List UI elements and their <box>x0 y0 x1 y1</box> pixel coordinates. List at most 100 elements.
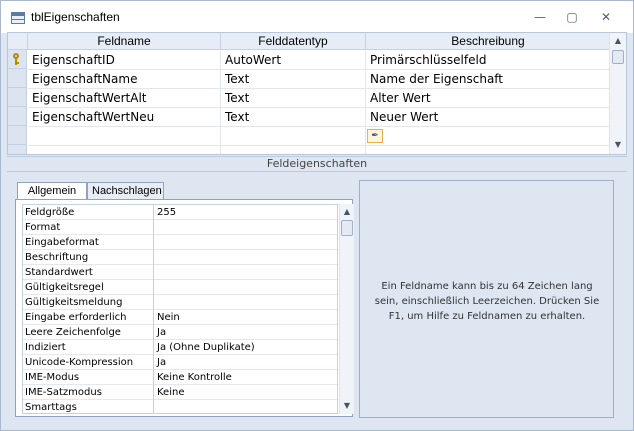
primary-key-icon <box>12 53 20 65</box>
wand-builder-icon[interactable]: ✒ <box>367 129 383 143</box>
property-value[interactable] <box>155 295 337 310</box>
column-header-feldname[interactable]: Feldname <box>28 33 221 50</box>
property-row[interactable]: Beschriftung <box>23 250 337 265</box>
restore-button[interactable]: ▢ <box>559 7 585 27</box>
property-row[interactable]: Eingabeformat <box>23 235 337 250</box>
property-value[interactable]: Ja <box>155 355 337 370</box>
property-value[interactable]: Keine <box>155 385 337 400</box>
row-selector[interactable] <box>8 145 27 154</box>
table-row[interactable] <box>28 127 610 146</box>
property-value[interactable] <box>155 280 337 295</box>
property-value[interactable] <box>155 265 337 280</box>
property-row[interactable]: Unicode-Kompression Ja <box>23 355 337 370</box>
scroll-down-button[interactable]: ▼ <box>610 137 626 153</box>
property-row[interactable]: Gültigkeitsregel <box>23 280 337 295</box>
property-name: Beschriftung <box>23 250 154 265</box>
table-row[interactable]: EigenschaftName Text Name der Eigenschaf… <box>28 70 610 89</box>
table-icon <box>11 12 25 24</box>
property-name: IME-Satzmodus <box>23 385 154 400</box>
field-name-cell[interactable]: EigenschaftWertAlt <box>28 89 221 108</box>
property-name: Eingabe erforderlich <box>23 310 154 325</box>
property-value[interactable]: Ja (Ohne Duplikate) <box>155 340 337 355</box>
property-value[interactable]: Ja <box>155 325 337 340</box>
field-grid: Feldname Felddatentyp Beschreibung Eigen… <box>7 32 627 155</box>
field-type-cell[interactable]: Text <box>221 70 366 89</box>
field-type-cell[interactable] <box>221 127 366 146</box>
property-row[interactable]: IME-Satzmodus Keine <box>23 385 337 400</box>
table-row[interactable] <box>28 146 610 154</box>
property-name: Leere Zeichenfolge <box>23 325 154 340</box>
row-selector[interactable] <box>8 88 27 107</box>
property-value[interactable]: 255 <box>155 205 337 220</box>
property-value[interactable]: Nein <box>155 310 337 325</box>
property-row[interactable]: Indiziert Ja (Ohne Duplikate) <box>23 340 337 355</box>
field-name-cell[interactable] <box>28 127 221 146</box>
property-value[interactable] <box>155 235 337 250</box>
scroll-up-button[interactable]: ▲ <box>340 204 354 220</box>
scroll-down-button[interactable]: ▼ <box>340 398 354 414</box>
field-description-cell[interactable] <box>366 127 610 146</box>
header-selector <box>8 33 28 50</box>
property-name: Feldgröße <box>23 205 154 220</box>
property-name: Indiziert <box>23 340 154 355</box>
property-row[interactable]: Gültigkeitsmeldung <box>23 295 337 310</box>
field-properties-area: Allgemein Nachschlagen Feldgröße 255 Form… <box>7 171 627 426</box>
property-vertical-scrollbar[interactable]: ▲ ▼ <box>339 204 354 414</box>
property-panel: Feldgröße 255 Format Eingabeformat Beschr… <box>15 199 354 417</box>
row-selector[interactable] <box>8 50 27 69</box>
window-title: tblEigenschaften <box>31 10 120 24</box>
property-value[interactable]: Keine Kontrolle <box>155 370 337 385</box>
property-name: IME-Modus <box>23 370 154 385</box>
field-name-cell[interactable]: EigenschaftName <box>28 70 221 89</box>
property-row[interactable]: IME-Modus Keine Kontrolle <box>23 370 337 385</box>
help-text: Ein Feldname kann bis zu 64 Zeichen lang… <box>374 281 600 322</box>
property-name: Eingabeformat <box>23 235 154 250</box>
property-value[interactable] <box>155 250 337 265</box>
property-name: Gültigkeitsregel <box>23 280 154 295</box>
close-button[interactable]: ✕ <box>593 7 619 27</box>
table-design-window: tblEigenschaften — ▢ ✕ Feldname Felddate… <box>0 0 634 431</box>
column-header-beschreibung[interactable]: Beschreibung <box>366 33 610 50</box>
row-selector[interactable] <box>8 126 27 145</box>
field-name-cell[interactable]: EigenschaftID <box>28 51 221 70</box>
grid-vertical-scrollbar[interactable]: ▲ ▼ <box>609 33 626 154</box>
property-row[interactable]: Format <box>23 220 337 235</box>
field-type-cell[interactable] <box>221 146 366 154</box>
help-panel: Ein Feldname kann bis zu 64 Zeichen lang… <box>359 180 614 418</box>
field-description-cell[interactable]: Neuer Wert <box>366 108 610 127</box>
field-description-cell[interactable]: Name der Eigenschaft <box>366 70 610 89</box>
property-name: Gültigkeitsmeldung <box>23 295 154 310</box>
property-table: Feldgröße 255 Format Eingabeformat Beschr… <box>22 204 338 414</box>
field-description-cell[interactable]: Alter Wert <box>366 89 610 108</box>
property-name: Standardwert <box>23 265 154 280</box>
field-description-cell[interactable]: Primärschlüsselfeld <box>366 51 610 70</box>
title-bar[interactable]: tblEigenschaften — ▢ ✕ <box>1 1 633 33</box>
property-row[interactable]: Leere Zeichenfolge Ja <box>23 325 337 340</box>
property-row[interactable]: Eingabe erforderlich Nein <box>23 310 337 325</box>
field-name-cell[interactable]: EigenschaftWertNeu <box>28 108 221 127</box>
field-description-cell[interactable] <box>366 146 610 154</box>
table-row[interactable]: EigenschaftID AutoWert Primärschlüsselfe… <box>28 51 610 70</box>
row-selector[interactable] <box>8 107 27 126</box>
column-header-felddatentyp[interactable]: Felddatentyp <box>221 33 366 50</box>
property-name: Smarttags <box>23 400 154 413</box>
property-value[interactable] <box>155 220 337 235</box>
field-name-cell[interactable] <box>28 146 221 154</box>
minimize-button[interactable]: — <box>527 7 553 27</box>
table-row[interactable]: EigenschaftWertAlt Text Alter Wert <box>28 89 610 108</box>
scrollbar-thumb[interactable] <box>612 50 624 64</box>
section-label-feldeigenschaften: Feldeigenschaften <box>7 156 627 170</box>
grid-header: Feldname Felddatentyp Beschreibung <box>8 33 610 50</box>
field-type-cell[interactable]: Text <box>221 89 366 108</box>
field-type-cell[interactable]: Text <box>221 108 366 127</box>
property-row[interactable]: Smarttags <box>23 400 337 413</box>
property-value[interactable] <box>155 400 337 413</box>
property-row[interactable]: Standardwert <box>23 265 337 280</box>
property-row[interactable]: Feldgröße 255 <box>23 205 337 220</box>
table-row[interactable]: EigenschaftWertNeu Text Neuer Wert <box>28 108 610 127</box>
tab-nachschlagen[interactable]: Nachschlagen <box>87 182 164 200</box>
scrollbar-thumb[interactable] <box>341 220 353 236</box>
row-selector[interactable] <box>8 69 27 88</box>
scroll-up-button[interactable]: ▲ <box>610 33 626 49</box>
field-type-cell[interactable]: AutoWert <box>221 51 366 70</box>
